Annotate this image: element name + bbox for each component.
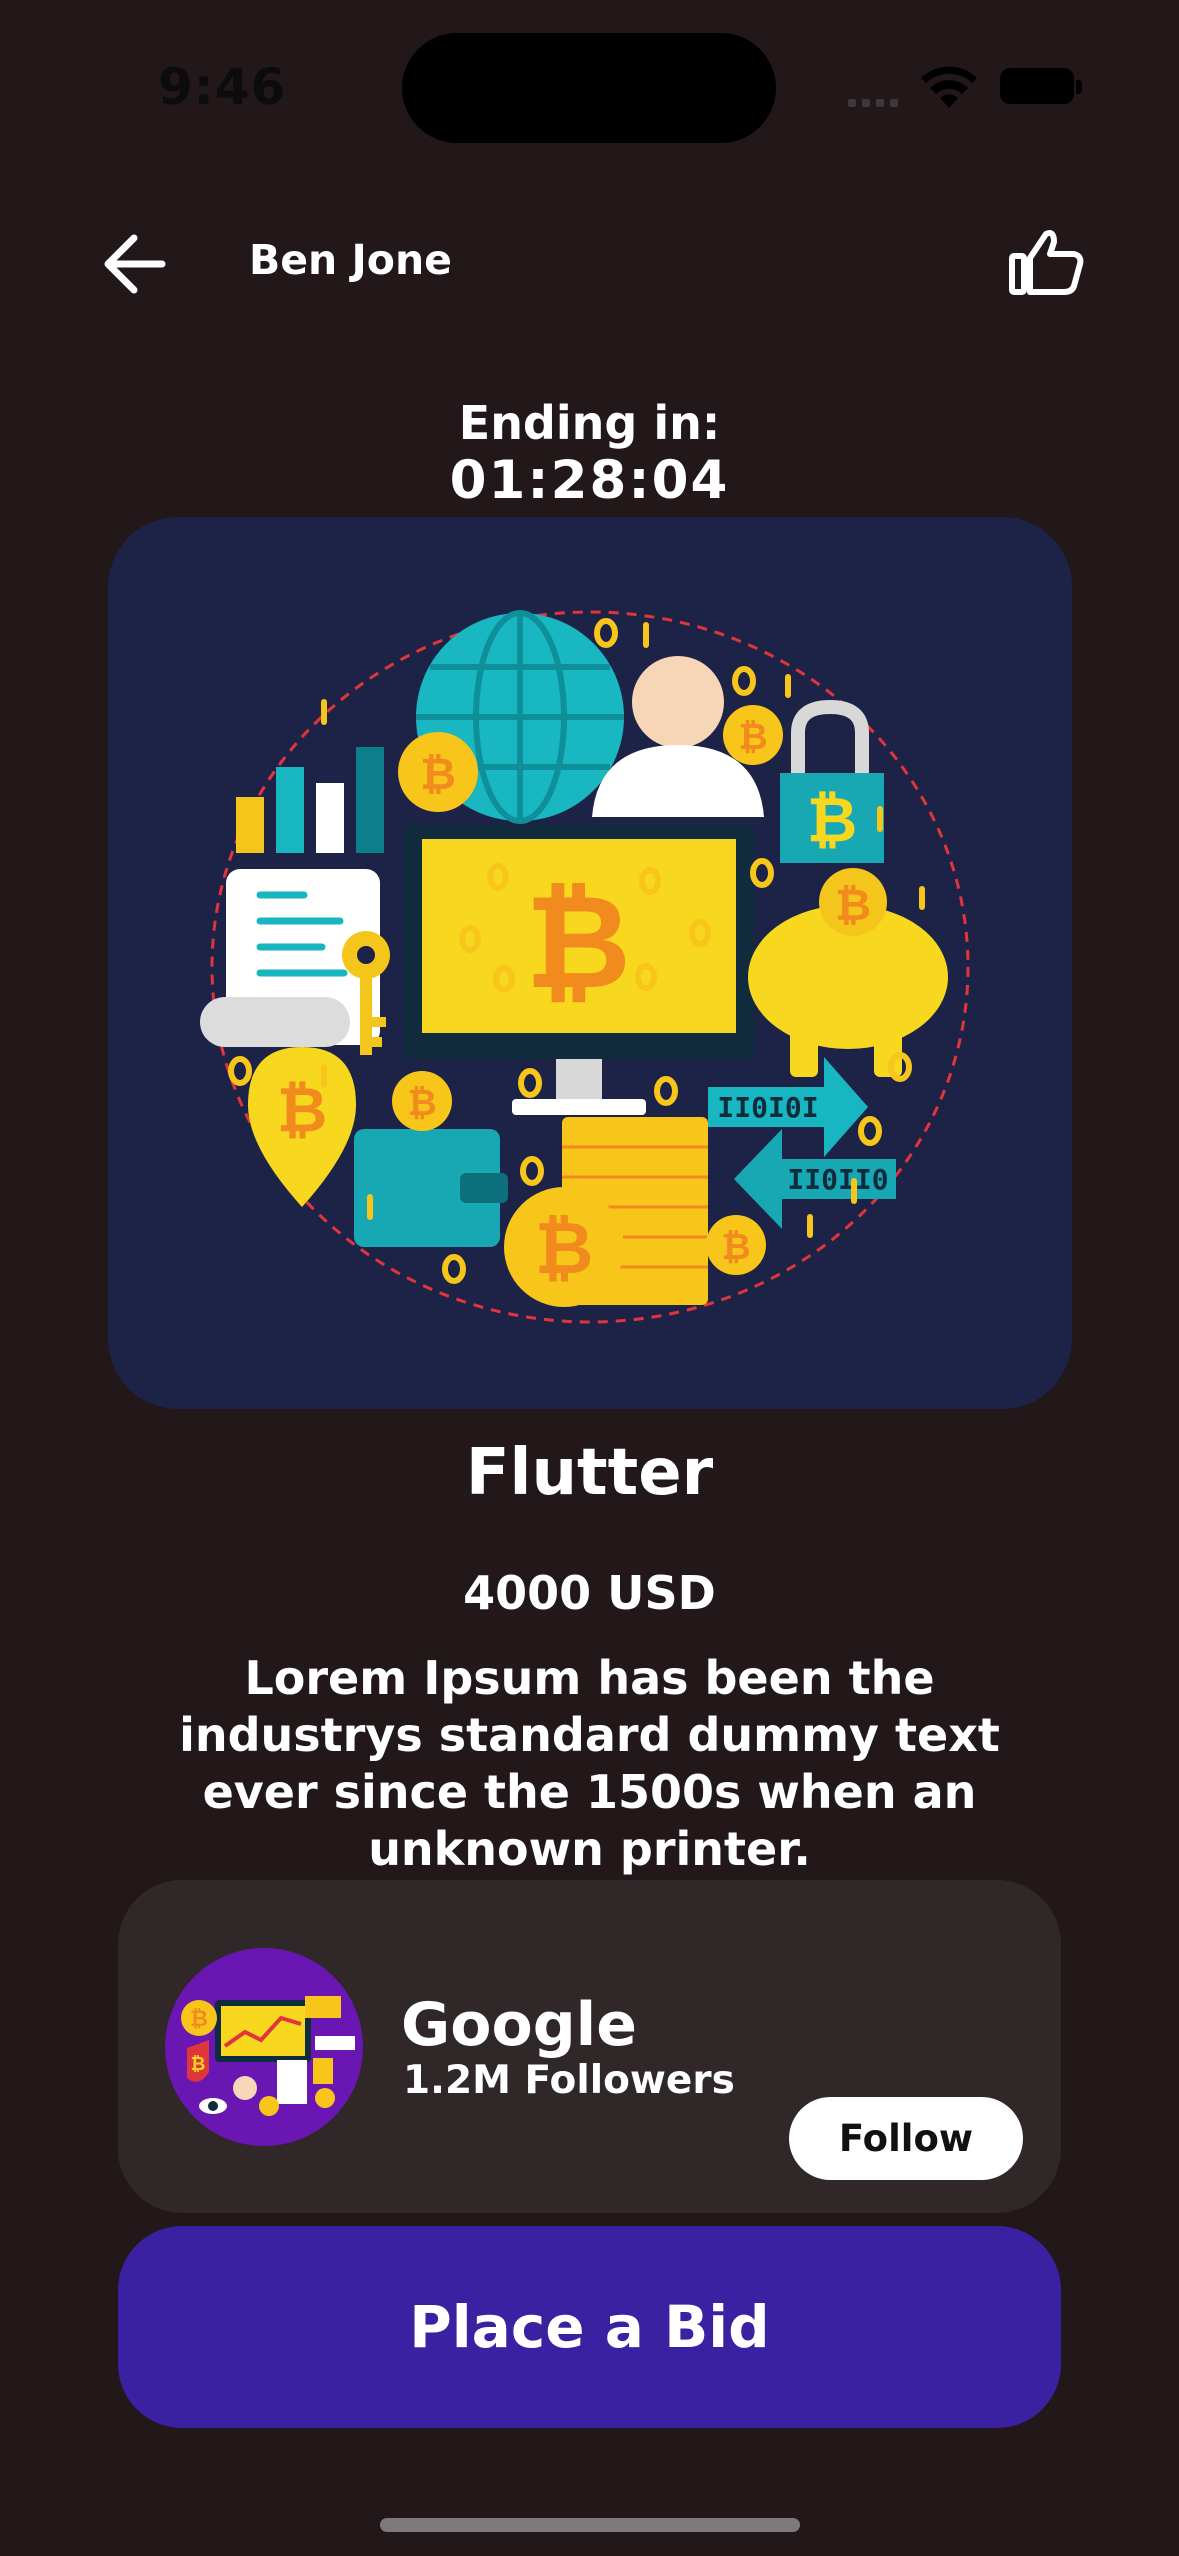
cellular-signal-icon [848,92,904,111]
large-bitcoin-coin-icon: ₿ [504,1187,624,1307]
thumbs-up-icon[interactable] [1008,228,1084,296]
padlock-bitcoin-icon: ₿ [780,699,884,863]
svg-text:₿: ₿ [407,1083,436,1124]
item-description: Lorem Ipsum has been the industrys stand… [179,1651,1000,1876]
svg-text:₿: ₿ [835,880,871,931]
wallet-icon [354,1129,508,1247]
svg-text:₿: ₿ [738,717,767,758]
back-arrow-icon[interactable] [100,232,170,296]
battery-tip [1076,80,1082,94]
svg-text:II0I0I: II0I0I [717,1091,818,1124]
arrow-right-icon: II0I0I [708,1057,868,1157]
crypto-illustration-icon: ₿ ₿ [181,1996,355,2116]
item-title: Flutter [465,1436,714,1510]
creator-avatar[interactable]: ₿ ₿ [165,1948,363,2146]
svg-text:₿: ₿ [190,2007,208,2032]
piggy-bank-icon: ₿ [748,868,948,1077]
wifi-icon [921,66,977,108]
svg-text:₿: ₿ [807,783,858,856]
ending-label: Ending in: [458,396,721,450]
author-name[interactable]: Ben Jone [249,236,452,284]
monitor-bitcoin-icon: ₿ [404,825,754,1115]
svg-text:₿: ₿ [277,1073,328,1146]
svg-text:₿: ₿ [420,749,456,800]
bar-chart-icon [236,747,384,853]
location-pin-bitcoin-icon: ₿ [248,1047,356,1207]
home-indicator[interactable] [380,2518,800,2532]
item-price: 4000 USD [463,1566,716,1620]
countdown-timer: 01:28:04 [449,450,730,511]
status-time: 9:46 [158,58,287,116]
svg-text:₿: ₿ [721,1227,750,1268]
svg-text:II0II0: II0II0 [787,1163,888,1196]
follow-button[interactable]: Follow [789,2097,1023,2180]
follower-count: 1.2M Followers [403,2058,735,2103]
creator-name[interactable]: Google [401,1990,637,2060]
dynamic-island [402,33,776,143]
svg-text:₿: ₿ [525,866,631,1018]
artwork-card[interactable]: ₿ ₿ ₿ ₿ ₿ II0I0I II0II0 ₿ ₿ ₿ ₿ [108,517,1072,1409]
svg-text:₿: ₿ [535,1206,594,1290]
bitcoin-collage-illustration: ₿ ₿ ₿ ₿ ₿ II0I0I II0II0 ₿ ₿ ₿ ₿ [200,610,970,1324]
battery-icon [1000,68,1074,104]
place-bid-button[interactable]: Place a Bid [118,2226,1061,2428]
svg-text:₿: ₿ [191,2054,206,2075]
